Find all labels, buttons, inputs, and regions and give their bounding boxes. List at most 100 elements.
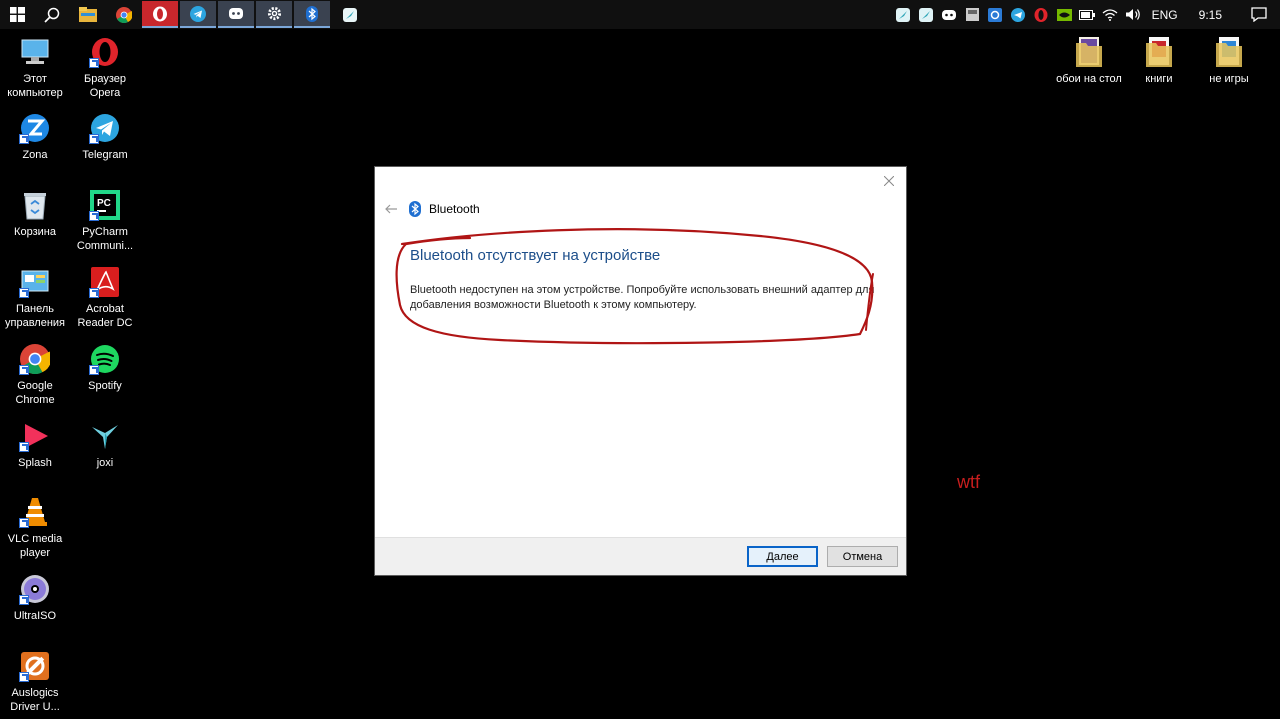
discord-icon bbox=[229, 7, 243, 19]
windows-icon bbox=[9, 7, 25, 22]
taskbar-opera[interactable] bbox=[142, 1, 178, 28]
shortcut-arrow-icon bbox=[19, 134, 29, 144]
shortcut-arrow-icon bbox=[89, 365, 99, 375]
shortcut-arrow-icon bbox=[89, 211, 99, 221]
desktop-folder-wallpapers[interactable]: обои на стол bbox=[1054, 36, 1124, 86]
file-explorer-icon bbox=[79, 7, 97, 22]
shortcut-arrow-icon bbox=[19, 672, 29, 682]
taskbar-joxi[interactable] bbox=[332, 0, 368, 29]
desktop-icon-label: Auslogics Driver U... bbox=[10, 687, 60, 713]
desktop-icon-label: обои на стол bbox=[1056, 73, 1122, 85]
language-indicator[interactable]: ENG bbox=[1145, 8, 1185, 22]
next-button[interactable]: Далее bbox=[747, 546, 818, 567]
shortcut-arrow-icon bbox=[89, 134, 99, 144]
desktop-icon-label: Zona bbox=[22, 149, 48, 161]
recycle-bin-icon bbox=[24, 193, 46, 220]
taskbar-discord[interactable] bbox=[218, 1, 254, 28]
desktop-icon-pycharm[interactable]: PC PyCharm Communi... bbox=[70, 189, 140, 253]
desktop-icon-control-panel[interactable]: Панель управления bbox=[0, 266, 70, 330]
tray-battery[interactable] bbox=[1076, 0, 1099, 29]
desktop-icon-vlc[interactable]: VLC media player bbox=[0, 496, 70, 560]
folder-icon bbox=[1146, 37, 1172, 67]
desktop-icon-label: Панель управления bbox=[5, 303, 65, 329]
battery-icon bbox=[1079, 9, 1096, 20]
clock[interactable]: 9:15 bbox=[1185, 8, 1238, 22]
joxi-icon bbox=[92, 425, 118, 449]
dialog-footer: Далее Отмена bbox=[375, 537, 906, 575]
desktop-icon-this-pc[interactable]: Этот компьютер bbox=[0, 36, 70, 100]
folder-icon bbox=[1076, 37, 1102, 67]
gear-icon bbox=[267, 6, 281, 21]
desktop-icon-spotify[interactable]: Spotify bbox=[70, 343, 140, 393]
joxi-icon bbox=[343, 7, 357, 22]
discord-icon bbox=[942, 9, 957, 20]
shortcut-arrow-icon bbox=[19, 365, 29, 375]
taskbar-bluetooth[interactable] bbox=[294, 1, 330, 28]
desktop-icon-label: не игры bbox=[1209, 73, 1249, 85]
opera-icon bbox=[153, 6, 167, 21]
shortcut-arrow-icon bbox=[19, 288, 29, 298]
taskbar-chrome[interactable] bbox=[106, 0, 142, 29]
taskbar-explorer[interactable] bbox=[70, 0, 106, 29]
bluetooth-icon bbox=[409, 201, 423, 217]
close-button[interactable] bbox=[880, 172, 898, 190]
updater-icon bbox=[988, 7, 1003, 22]
add-device-dialog: Bluetooth Bluetooth отсутствует на устро… bbox=[374, 166, 907, 576]
cancel-button[interactable]: Отмена bbox=[827, 546, 898, 567]
tray-volume[interactable] bbox=[1122, 0, 1145, 29]
tray-opera[interactable] bbox=[1030, 0, 1053, 29]
folder-icon bbox=[1216, 37, 1242, 67]
desktop-icon-recycle-bin[interactable]: Корзина bbox=[0, 189, 70, 239]
desktop-icon-label: Spotify bbox=[88, 380, 122, 392]
close-icon bbox=[884, 176, 894, 186]
taskbar: ENG 9:15 bbox=[0, 0, 1280, 29]
desktop-folder-books[interactable]: книги bbox=[1124, 36, 1194, 86]
dialog-heading: Bluetooth отсутствует на устройстве bbox=[410, 247, 661, 264]
back-arrow-icon bbox=[385, 204, 397, 214]
tray-joxi-2[interactable] bbox=[915, 0, 938, 29]
desktop-icon-opera[interactable]: Браузер Opera bbox=[70, 36, 140, 100]
tray-joxi[interactable] bbox=[892, 0, 915, 29]
tray-telegram[interactable] bbox=[1007, 0, 1030, 29]
tray-nvidia[interactable] bbox=[1053, 0, 1076, 29]
desktop-icon-label: UltraISO bbox=[13, 610, 57, 622]
tray-app[interactable] bbox=[961, 0, 984, 29]
shortcut-arrow-icon bbox=[19, 518, 29, 528]
desktop-icon-label: Этот компьютер bbox=[7, 73, 63, 99]
search-icon bbox=[44, 7, 60, 23]
taskbar-telegram[interactable] bbox=[180, 1, 216, 28]
nvidia-icon bbox=[1056, 8, 1072, 21]
search-button[interactable] bbox=[34, 0, 70, 29]
desktop-icon-telegram[interactable]: Telegram bbox=[70, 112, 140, 162]
start-button[interactable] bbox=[0, 0, 34, 29]
tray-updater[interactable] bbox=[984, 0, 1007, 29]
opera-icon bbox=[1034, 7, 1048, 22]
desktop-icon-auslogics[interactable]: Auslogics Driver U... bbox=[0, 650, 70, 714]
tray-wifi[interactable] bbox=[1099, 0, 1122, 29]
desktop-icon-chrome[interactable]: Google Chrome bbox=[0, 343, 70, 407]
shortcut-arrow-icon bbox=[19, 442, 29, 452]
desktop-icon-zona[interactable]: Zona bbox=[0, 112, 70, 162]
shortcut-arrow-icon bbox=[19, 595, 29, 605]
desktop-icon-label: Acrobat Reader DC bbox=[77, 303, 133, 329]
desktop-icon-splash[interactable]: Splash bbox=[0, 420, 70, 470]
desktop-icon-label: Google Chrome bbox=[15, 380, 55, 406]
taskbar-settings[interactable] bbox=[256, 1, 292, 28]
tray-discord[interactable] bbox=[938, 0, 961, 29]
dialog-message: Bluetooth недоступен на этом устройстве.… bbox=[410, 284, 875, 311]
desktop-folder-not-games[interactable]: не игры bbox=[1194, 36, 1264, 86]
bluetooth-icon bbox=[306, 5, 318, 22]
chrome-icon bbox=[116, 6, 132, 23]
desktop-icon-label: VLC media player bbox=[7, 533, 63, 559]
notification-button[interactable] bbox=[1238, 0, 1280, 29]
telegram-icon bbox=[1011, 7, 1026, 22]
shortcut-arrow-icon bbox=[89, 58, 99, 68]
desktop-icon-ultraiso[interactable]: UltraISO bbox=[0, 573, 70, 623]
desktop-icon-label: Telegram bbox=[82, 149, 128, 161]
desktop-icon-joxi[interactable]: joxi bbox=[70, 420, 140, 470]
volume-icon bbox=[1126, 9, 1140, 20]
desktop-icon-label: joxi bbox=[96, 457, 114, 469]
shortcut-arrow-icon bbox=[89, 288, 99, 298]
back-button[interactable] bbox=[381, 199, 401, 219]
desktop-icon-acrobat[interactable]: Acrobat Reader DC bbox=[70, 266, 140, 330]
